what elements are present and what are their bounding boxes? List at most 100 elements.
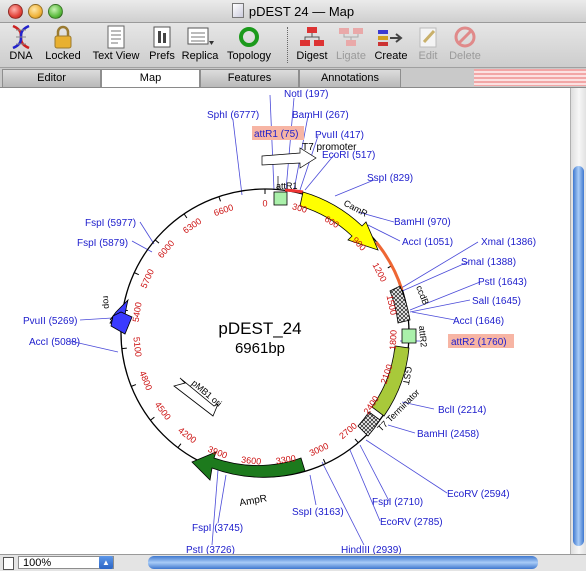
site-ecorv-2785[interactable]: EcoRV (2785) <box>380 517 443 528</box>
tab-features[interactable]: Features <box>200 69 299 87</box>
topology-button-label: Topology <box>224 50 274 62</box>
window-title: pDEST 24 — Map <box>0 3 586 19</box>
digest-icon <box>298 25 326 49</box>
tab-map[interactable]: Map <box>101 69 200 87</box>
site-bamhi-2458[interactable]: BamHI (2458) <box>417 429 479 440</box>
site-fspi-2710[interactable]: FspI (2710) <box>372 497 423 508</box>
site-psti-1643[interactable]: PstI (1643) <box>478 277 527 288</box>
site-attr2[interactable]: attR2 (1760) <box>451 337 507 348</box>
edit-icon <box>416 25 440 49</box>
zoom-dropdown-arrow-icon[interactable]: ▲ <box>99 556 113 569</box>
attr1-feature-label: attR1 <box>276 181 298 191</box>
vertical-scrollbar[interactable] <box>570 88 586 554</box>
tick-mark <box>178 444 181 448</box>
site-psti-3726[interactable]: PstI (3726) <box>186 545 235 554</box>
site-sspi-3163[interactable]: SspI (3163) <box>292 507 344 518</box>
delete-button-label: Delete <box>446 50 484 62</box>
edit-button-label: Edit <box>414 50 442 62</box>
site-smai[interactable]: SmaI (1388) <box>461 257 516 268</box>
delete-icon <box>453 25 477 49</box>
ligate-icon <box>337 25 365 49</box>
replica-button[interactable]: Replica <box>180 23 220 67</box>
site-hindiii[interactable]: HindIII (2939) <box>341 545 402 554</box>
zoom-select[interactable]: 100% ▲ <box>18 556 114 569</box>
attr2-feature[interactable] <box>402 329 416 343</box>
plasmid-name: pDEST_24 <box>218 319 301 338</box>
create-button[interactable]: Create <box>372 23 410 67</box>
text-view-button[interactable]: Text View <box>90 23 142 67</box>
site-sali[interactable]: SalI (1645) <box>472 296 521 307</box>
site-attr1[interactable]: attR1 (75) <box>254 129 298 140</box>
vertical-scroll-thumb[interactable] <box>573 166 584 546</box>
plasmid-map: T7 promoter attR1 CamR ccdB attR2 GST T7… <box>0 88 570 554</box>
tick-label: 4500 <box>153 400 173 422</box>
site-acci-1051[interactable]: AccI (1051) <box>402 237 453 248</box>
digest-button-label: Digest <box>294 50 330 62</box>
tab-editor[interactable]: Editor <box>2 69 101 87</box>
attr1-feature[interactable] <box>274 192 287 205</box>
text-document-icon <box>105 25 127 49</box>
plasmid-map-canvas[interactable]: T7 promoter attR1 CamR ccdB attR2 GST T7… <box>0 88 570 554</box>
site-bcli[interactable]: BclI (2214) <box>438 405 486 416</box>
ligate-button[interactable]: Ligate <box>333 23 369 67</box>
tab-annotations-label: Annotations <box>321 72 379 84</box>
tick-label: 6600 <box>212 202 234 218</box>
dna-icon <box>7 25 35 49</box>
window-title-bar: pDEST 24 — Map <box>0 0 586 23</box>
prefs-button[interactable]: Prefs <box>146 23 178 67</box>
site-bamhi-970[interactable]: BamHI (970) <box>394 217 451 228</box>
site-fspi-5977[interactable]: FspI (5977) <box>85 218 136 229</box>
view-tabs: Editor Map Features Annotations <box>0 68 586 88</box>
rop-arrow <box>111 312 132 334</box>
replica-icon <box>185 25 215 49</box>
site-sphi[interactable]: SphI (6777) <box>207 110 259 121</box>
rop-label: rop <box>101 295 112 309</box>
tick-label: 1200 <box>370 261 388 283</box>
digest-button[interactable]: Digest <box>294 23 330 67</box>
horizontal-scroll-thumb[interactable] <box>148 556 538 569</box>
site-acci-1646[interactable]: AccI (1646) <box>453 316 504 327</box>
status-bar: 100% ▲ <box>0 554 586 571</box>
tab-annotations[interactable]: Annotations <box>299 69 401 87</box>
tab-bar-filler <box>474 69 586 86</box>
tick-label: 3000 <box>308 441 330 458</box>
edit-button[interactable]: Edit <box>414 23 442 67</box>
site-acci-5088[interactable]: AccI (5088) <box>29 337 80 348</box>
site-pvuii-5269[interactable]: PvuII (5269) <box>23 316 77 327</box>
site-fspi-3745[interactable]: FspI (3745) <box>192 523 243 534</box>
site-ecori[interactable]: EcoRI (517) <box>322 150 375 161</box>
tick-label: 0 <box>262 198 267 208</box>
attr2-feature-label: attR2 <box>417 325 429 347</box>
tick-mark <box>155 240 159 243</box>
tick-label: 6300 <box>181 216 203 236</box>
create-button-label: Create <box>372 50 410 62</box>
prefs-button-label: Prefs <box>146 50 178 62</box>
dna-button-label: DNA <box>4 50 38 62</box>
tab-map-label: Map <box>140 72 161 84</box>
tick-label: 5400 <box>131 301 144 322</box>
circular-topology-icon <box>237 25 261 49</box>
site-sspi-829[interactable]: SspI (829) <box>367 173 413 184</box>
site-pvuii-417[interactable]: PvuII (417) <box>315 130 364 141</box>
site-fspi-5879[interactable]: FspI (5879) <box>77 238 128 249</box>
site-bamhi-267[interactable]: BamHI (267) <box>292 110 349 121</box>
topology-button[interactable]: Topology <box>224 23 274 67</box>
tick-label: 3600 <box>241 455 262 467</box>
dna-button[interactable]: DNA <box>4 23 38 67</box>
locked-button[interactable]: Locked <box>42 23 84 67</box>
tick-label: 5100 <box>131 336 143 357</box>
tick-mark <box>134 273 139 275</box>
tick-mark <box>323 459 325 464</box>
create-icon <box>376 25 406 49</box>
toolbar: DNA Locked Text View Prefs Replica <box>0 23 586 68</box>
toolbar-separator <box>287 27 288 63</box>
tick-mark <box>131 385 136 387</box>
locked-button-label: Locked <box>42 50 84 62</box>
site-xmai[interactable]: XmaI (1386) <box>481 237 536 248</box>
tick-label: 4800 <box>137 369 154 391</box>
site-ecorv-2594[interactable]: EcoRV (2594) <box>447 489 510 500</box>
delete-button[interactable]: Delete <box>446 23 484 67</box>
tick-mark <box>184 214 187 218</box>
site-noti[interactable]: NotI (197) <box>284 89 328 100</box>
tab-editor-label: Editor <box>37 72 66 84</box>
